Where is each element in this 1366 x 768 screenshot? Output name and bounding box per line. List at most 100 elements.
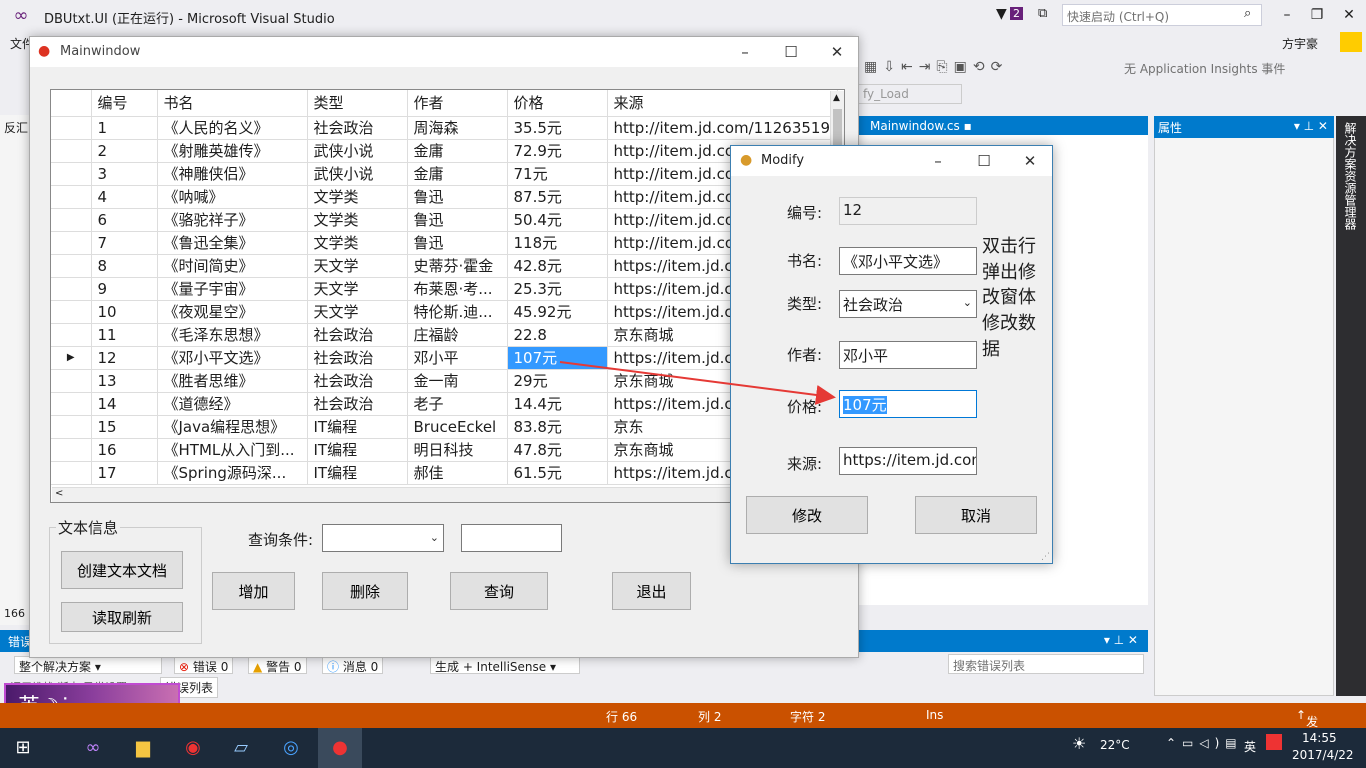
build-filter-dropdown[interactable]: 生成 + IntelliSense ▾ <box>430 656 580 674</box>
table-cell[interactable]: 《量子宇宙》 <box>157 277 308 301</box>
table-cell[interactable]: 《夜观星空》 <box>157 300 308 324</box>
table-cell[interactable]: 《HTML从入门到... <box>157 438 308 462</box>
table-cell[interactable]: 15 <box>91 415 158 439</box>
errors-filter[interactable]: ⊗ 错误 0 <box>174 656 234 674</box>
table-row[interactable]: 8 《时间简史》 天文学 史蒂芬·霍金 42.8元 https://item.jd.c <box>51 254 838 278</box>
column-header[interactable]: 价格 <box>507 90 608 117</box>
quick-launch-input[interactable]: 快速启动 (Ctrl+Q) <box>1062 4 1262 26</box>
warnings-filter[interactable]: ▲ 警告 0 <box>248 656 307 674</box>
cancel-button[interactable]: 取消 <box>915 496 1037 534</box>
table-cell[interactable]: 社会政治 <box>307 323 408 347</box>
table-cell[interactable]: 25.3元 <box>507 277 608 301</box>
error-search-input[interactable]: 搜索错误列表 <box>948 654 1144 674</box>
table-cell[interactable]: 布莱恩·考... <box>407 277 508 301</box>
table-row[interactable]: 9 《量子宇宙》 天文学 布莱恩·考... 25.3元 https://item.jd.c <box>51 277 838 301</box>
application-insights[interactable]: 无 Application Insights 事件 <box>1124 60 1285 77</box>
table-row[interactable]: 16 《HTML从入门到... IT编程 明日科技 47.8元 京东商城 <box>51 438 838 462</box>
modify-close-icon[interactable]: ✕ <box>1015 150 1045 172</box>
table-row[interactable]: 10 《夜观星空》 天文学 特伦斯.迪... 45.92元 https://item.jd… <box>51 300 838 324</box>
row-header[interactable] <box>51 300 92 324</box>
editor-tab[interactable]: Mainwindow.cs ▪ <box>858 116 1148 136</box>
table-cell[interactable]: 天文学 <box>307 300 408 324</box>
table-cell[interactable]: 金庸 <box>407 162 508 186</box>
table-cell[interactable]: 6 <box>91 208 158 232</box>
clock-time[interactable]: 14:55 <box>1302 731 1337 745</box>
table-cell[interactable]: 45.92元 <box>507 300 608 324</box>
price-field[interactable]: 107元 <box>839 390 977 418</box>
table-cell[interactable]: BruceEckel <box>407 415 508 439</box>
table-cell[interactable]: 47.8元 <box>507 438 608 462</box>
table-cell[interactable]: 鲁迅 <box>407 185 508 209</box>
ime-indicator[interactable]: 英 <box>1244 738 1256 755</box>
create-text-document-button[interactable]: 创建文本文档 <box>61 551 183 589</box>
table-cell[interactable]: 13 <box>91 369 158 393</box>
table-row[interactable]: 3 《神雕侠侣》 武侠小说 金庸 71元 http://item.jd.co <box>51 162 838 186</box>
table-row[interactable]: 2 《射雕英雄传》 武侠小说 金庸 72.9元 http://item.jd.co <box>51 139 838 163</box>
scroll-left-icon[interactable]: < <box>55 488 63 499</box>
table-row[interactable]: ▶ 12 《邓小平文选》 社会政治 邓小平 107元 https://item.jd.c <box>51 346 838 370</box>
grid-horizontal-scrollbar[interactable]: < <box>52 487 830 502</box>
table-cell[interactable]: 史蒂芬·霍金 <box>407 254 508 278</box>
row-header[interactable] <box>51 231 92 255</box>
table-row[interactable]: 17 《Spring源码深... IT编程 郝佳 61.5元 https://item.j… <box>51 461 838 485</box>
notification-badge[interactable]: 2 <box>1010 7 1023 20</box>
app-taskbar-icon[interactable]: ● <box>318 728 362 768</box>
table-cell[interactable]: 50.4元 <box>507 208 608 232</box>
table-cell[interactable]: 71元 <box>507 162 608 186</box>
table-cell[interactable]: 文学类 <box>307 185 408 209</box>
table-cell[interactable]: 文学类 <box>307 208 408 232</box>
user-name[interactable]: 方宇豪 <box>1282 35 1318 52</box>
filter-icon[interactable]: ▼ <box>996 6 1007 22</box>
column-header[interactable]: 书名 <box>157 90 308 117</box>
close-icon[interactable]: ✕ <box>1334 4 1364 26</box>
scroll-up-icon[interactable]: ▲ <box>833 93 840 103</box>
table-row[interactable]: 6 《骆驼祥子》 文学类 鲁迅 50.4元 http://item.jd.co <box>51 208 838 232</box>
table-cell[interactable]: 社会政治 <box>307 369 408 393</box>
table-cell[interactable]: 11 <box>91 323 158 347</box>
table-cell[interactable]: 22.8 <box>507 323 608 347</box>
table-cell[interactable]: 9 <box>91 277 158 301</box>
read-refresh-button[interactable]: 读取刷新 <box>61 602 183 632</box>
user-avatar[interactable] <box>1340 32 1362 52</box>
table-cell[interactable]: 42.8元 <box>507 254 608 278</box>
column-header[interactable]: 类型 <box>307 90 408 117</box>
table-cell[interactable]: 武侠小说 <box>307 139 408 163</box>
row-header[interactable] <box>51 116 92 140</box>
row-header[interactable] <box>51 415 92 439</box>
table-cell[interactable]: 14.4元 <box>507 392 608 416</box>
table-cell[interactable]: IT编程 <box>307 438 408 462</box>
table-cell[interactable]: 文学类 <box>307 231 408 255</box>
column-header[interactable]: 来源 <box>607 90 838 117</box>
table-cell[interactable]: 特伦斯.迪... <box>407 300 508 324</box>
table-cell[interactable]: IT编程 <box>307 461 408 485</box>
table-cell[interactable]: 61.5元 <box>507 461 608 485</box>
table-cell[interactable]: 35.5元 <box>507 116 608 140</box>
id-field[interactable]: 12 <box>839 197 977 225</box>
add-button[interactable]: 增加 <box>212 572 295 610</box>
row-header[interactable] <box>51 277 92 301</box>
table-cell[interactable]: 周海森 <box>407 116 508 140</box>
properties-close-icon[interactable]: ▾ ⊥ ✕ <box>1294 119 1328 133</box>
table-cell[interactable]: 邓小平 <box>407 346 508 370</box>
qq-icon[interactable]: ◉ <box>178 734 208 762</box>
modify-maximize-icon[interactable]: ☐ <box>969 150 999 172</box>
table-cell[interactable]: 郝佳 <box>407 461 508 485</box>
table-row[interactable]: 13 《胜者思维》 社会政治 金一南 29元 京东商城 <box>51 369 838 393</box>
table-cell[interactable]: 83.8元 <box>507 415 608 439</box>
table-cell[interactable]: 社会政治 <box>307 346 408 370</box>
table-cell[interactable]: 《鲁迅全集》 <box>157 231 308 255</box>
table-cell[interactable]: 107元 <box>507 346 608 370</box>
table-cell[interactable]: 天文学 <box>307 254 408 278</box>
notepad-icon[interactable]: ▱ <box>226 734 256 762</box>
publish-button[interactable]: ↑ 发布 <box>1296 708 1318 746</box>
row-header[interactable] <box>51 461 92 485</box>
table-cell[interactable]: 《时间简史》 <box>157 254 308 278</box>
minimize-icon[interactable]: – <box>1272 4 1302 26</box>
table-cell[interactable]: 2 <box>91 139 158 163</box>
windows-start-icon[interactable]: ⊞ <box>8 734 38 762</box>
row-header[interactable] <box>51 369 92 393</box>
mainwindow-minimize-icon[interactable]: – <box>730 41 760 63</box>
table-cell[interactable]: 118元 <box>507 231 608 255</box>
zoom-level[interactable]: 166 <box>4 607 25 620</box>
table-row[interactable]: 4 《呐喊》 文学类 鲁迅 87.5元 http://item.jd.co <box>51 185 838 209</box>
